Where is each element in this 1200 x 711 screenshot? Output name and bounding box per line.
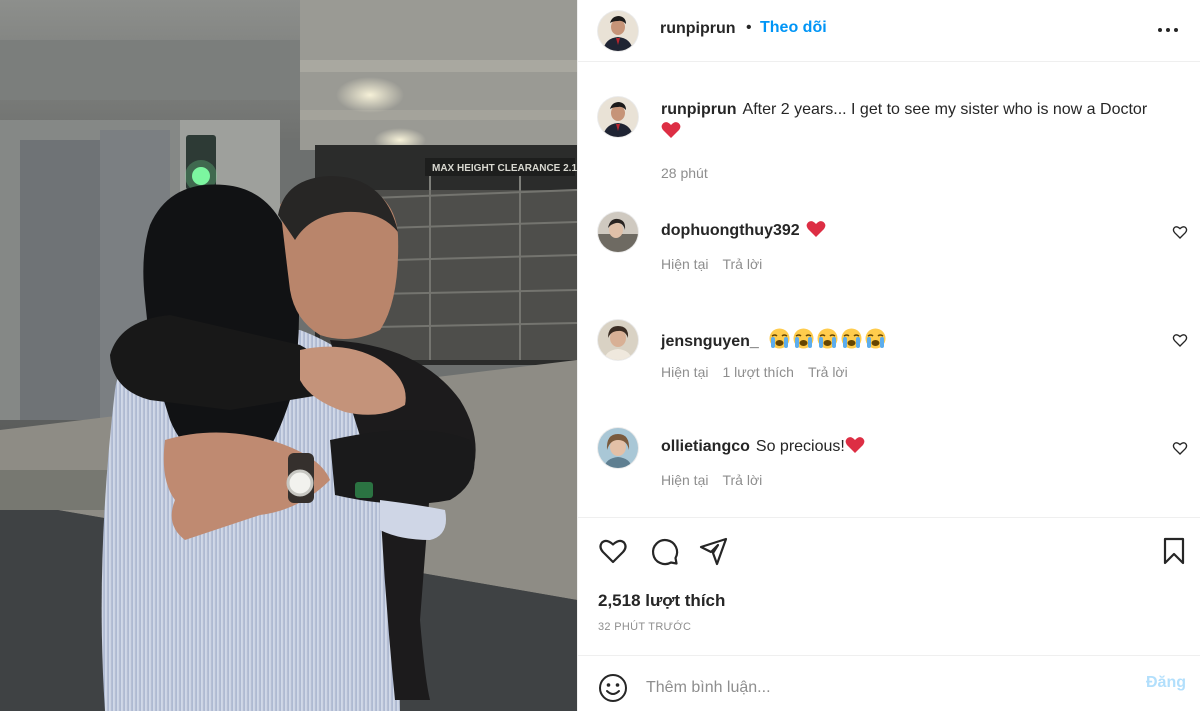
comment-text-block: jensnguyen_ [661, 328, 1191, 353]
comment-bubble-icon[interactable] [648, 535, 680, 567]
comment-text: So precious! [755, 438, 845, 455]
commenter-avatar[interactable] [598, 212, 638, 252]
post-timestamp: 32 phút trước [598, 621, 692, 633]
comment-meta: Hiện tại 1 lượt thích Trả lời [661, 364, 848, 380]
post-photo[interactable]: MAX HEIGHT CLEARANCE 2.1 [0, 0, 577, 711]
header-separator: • [746, 19, 752, 36]
caption-meta: 28 phút [661, 165, 708, 181]
caption-text: After 2 years... I get to see my sister … [742, 101, 1148, 118]
comment-likes-count[interactable]: 1 lượt thích [722, 364, 793, 380]
likes-count[interactable]: 2,518 lượt thích [598, 591, 725, 611]
reply-button[interactable]: Trả lời [722, 472, 762, 488]
loudly-crying-face-emoji-icon [841, 328, 862, 349]
commenter-avatar-image [598, 428, 638, 468]
author-avatar[interactable] [598, 11, 638, 51]
caption-avatar-image [598, 97, 638, 137]
comment-like-heart-icon[interactable] [1172, 332, 1188, 348]
post-header: runpiprun • Theo dõi [578, 0, 1200, 62]
comment-like-heart-icon[interactable] [1172, 224, 1188, 240]
add-comment-bar: Đăng [578, 655, 1200, 711]
comment-username[interactable]: dophuongthuy392 [661, 222, 800, 239]
comment-input[interactable] [644, 670, 1118, 706]
comment-username[interactable]: ollietiangco [661, 438, 750, 455]
comment-time: Hiện tại [661, 364, 709, 380]
caption-username[interactable]: runpiprun [661, 101, 737, 118]
author-username[interactable]: runpiprun [660, 20, 736, 38]
commenter-avatar[interactable] [598, 428, 638, 468]
red-heart-emoji-icon [661, 122, 681, 138]
reply-button[interactable]: Trả lời [722, 256, 762, 272]
loudly-crying-face-emoji-icon [769, 328, 790, 349]
instagram-post: MAX HEIGHT CLEARANCE 2.1 runpiprun • The… [0, 0, 1200, 711]
loudly-crying-face-emoji-icon [793, 328, 814, 349]
share-paper-plane-icon[interactable] [698, 535, 730, 567]
comment-username[interactable]: jensnguyen_ [661, 333, 759, 350]
follow-button[interactable]: Theo dõi [760, 19, 827, 37]
caption-text-block: runpiprun After 2 years... I get to see m… [661, 99, 1191, 143]
comment-time: Hiện tại [661, 472, 709, 488]
author-avatar-image [598, 11, 638, 51]
comments-list[interactable]: runpiprun After 2 years... I get to see m… [578, 62, 1200, 517]
emoji-smile-icon[interactable] [598, 673, 628, 703]
caption-time: 28 phút [661, 165, 708, 181]
loudly-crying-face-emoji-icon [865, 328, 886, 349]
comment-meta: Hiện tại Trả lời [661, 256, 762, 272]
post-actions: 2,518 lượt thích 32 phút trước [578, 517, 1200, 655]
commenter-avatar-image [598, 212, 638, 252]
comment-text-block: ollietiangco So precious! [661, 436, 1191, 458]
commenter-avatar-image [598, 320, 638, 360]
save-bookmark-icon[interactable] [1158, 535, 1190, 567]
red-heart-emoji-icon [845, 437, 865, 453]
commenter-avatar[interactable] [598, 320, 638, 360]
photo-sign-text: MAX HEIGHT CLEARANCE 2.1 [432, 163, 577, 174]
like-heart-icon[interactable] [597, 535, 629, 567]
post-comment-button[interactable]: Đăng [1146, 674, 1186, 692]
more-options-icon[interactable] [1150, 14, 1186, 46]
loudly-crying-face-emoji-icon [817, 328, 838, 349]
post-side-panel: runpiprun • Theo dõi runpiprun After 2 y… [577, 0, 1200, 711]
comment-like-heart-icon[interactable] [1172, 440, 1188, 456]
comment-meta: Hiện tại Trả lời [661, 472, 762, 488]
caption-avatar[interactable] [598, 97, 638, 137]
comment-time: Hiện tại [661, 256, 709, 272]
comment-text-block: dophuongthuy392 [661, 220, 1191, 242]
post-photo-image: MAX HEIGHT CLEARANCE 2.1 [0, 0, 577, 711]
red-heart-emoji-icon [806, 221, 826, 237]
reply-button[interactable]: Trả lời [808, 364, 848, 380]
